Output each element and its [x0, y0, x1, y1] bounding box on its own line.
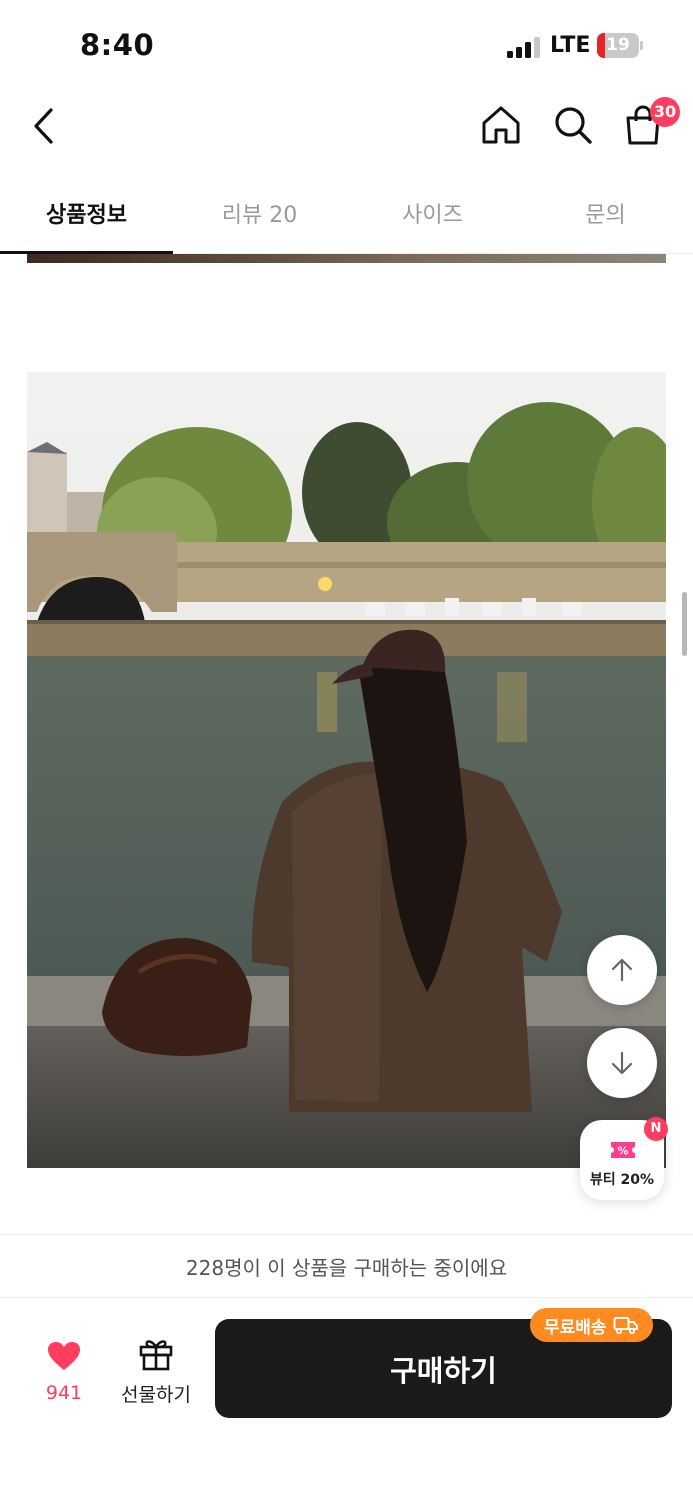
gift-label: 선물하기 — [121, 1384, 191, 1406]
battery-icon: 19 — [597, 33, 643, 58]
home-button[interactable] — [478, 102, 524, 148]
back-button[interactable] — [22, 104, 66, 148]
free-shipping-badge: 무료배송 — [530, 1308, 653, 1342]
bottom-action-bar: 941 선물하기 구매하기 무료배송 — [0, 1298, 693, 1500]
product-detail-page: 8:40 LTE 19 30 상품정보 리뷰 20 사이즈 문의 % 뷰티 20… — [0, 0, 693, 1500]
gift-button[interactable]: 선물하기 — [116, 1336, 196, 1408]
status-time: 8:40 — [80, 28, 155, 62]
like-button[interactable]: 941 — [32, 1338, 96, 1408]
beauty-coupon-label: 뷰티 20% — [589, 1172, 655, 1188]
arrow-down-icon — [611, 1051, 633, 1075]
heart-icon — [48, 1342, 80, 1370]
svg-text:%: % — [617, 1145, 628, 1158]
search-icon — [555, 107, 592, 144]
status-bar: 8:40 LTE 19 — [0, 0, 693, 90]
buying-now-notice: 228명이 이 상품을 구매하는 중이에요 — [0, 1234, 693, 1298]
new-badge: N — [644, 1117, 668, 1141]
coupon-icon: % — [611, 1142, 635, 1158]
network-label: LTE — [550, 33, 591, 58]
scroll-bottom-button[interactable] — [587, 1028, 657, 1098]
battery-level: 19 — [606, 35, 630, 55]
previous-image-edge — [27, 254, 666, 263]
gift-icon — [139, 1340, 173, 1371]
tab-size[interactable]: 사이즈 — [346, 172, 519, 254]
product-tabs: 상품정보 리뷰 20 사이즈 문의 — [0, 172, 693, 254]
tab-reviews[interactable]: 리뷰 20 — [173, 172, 346, 254]
signal-icon — [507, 36, 541, 58]
product-detail-content — [0, 254, 693, 1234]
tab-inquiry[interactable]: 문의 — [519, 172, 692, 254]
cart-count-badge: 30 — [650, 97, 680, 127]
chevron-left-icon — [34, 108, 53, 144]
arrow-up-icon — [611, 958, 633, 982]
scroll-indicator[interactable] — [682, 592, 687, 656]
scroll-top-button[interactable] — [587, 935, 657, 1005]
like-count: 941 — [45, 1382, 83, 1404]
product-photo — [27, 372, 666, 1168]
tab-product-info[interactable]: 상품정보 — [0, 172, 173, 254]
home-icon — [482, 106, 520, 144]
free-shipping-label: 무료배송 — [544, 1317, 607, 1338]
header — [0, 90, 693, 170]
search-button[interactable] — [550, 102, 596, 148]
truck-icon — [613, 1317, 638, 1335]
